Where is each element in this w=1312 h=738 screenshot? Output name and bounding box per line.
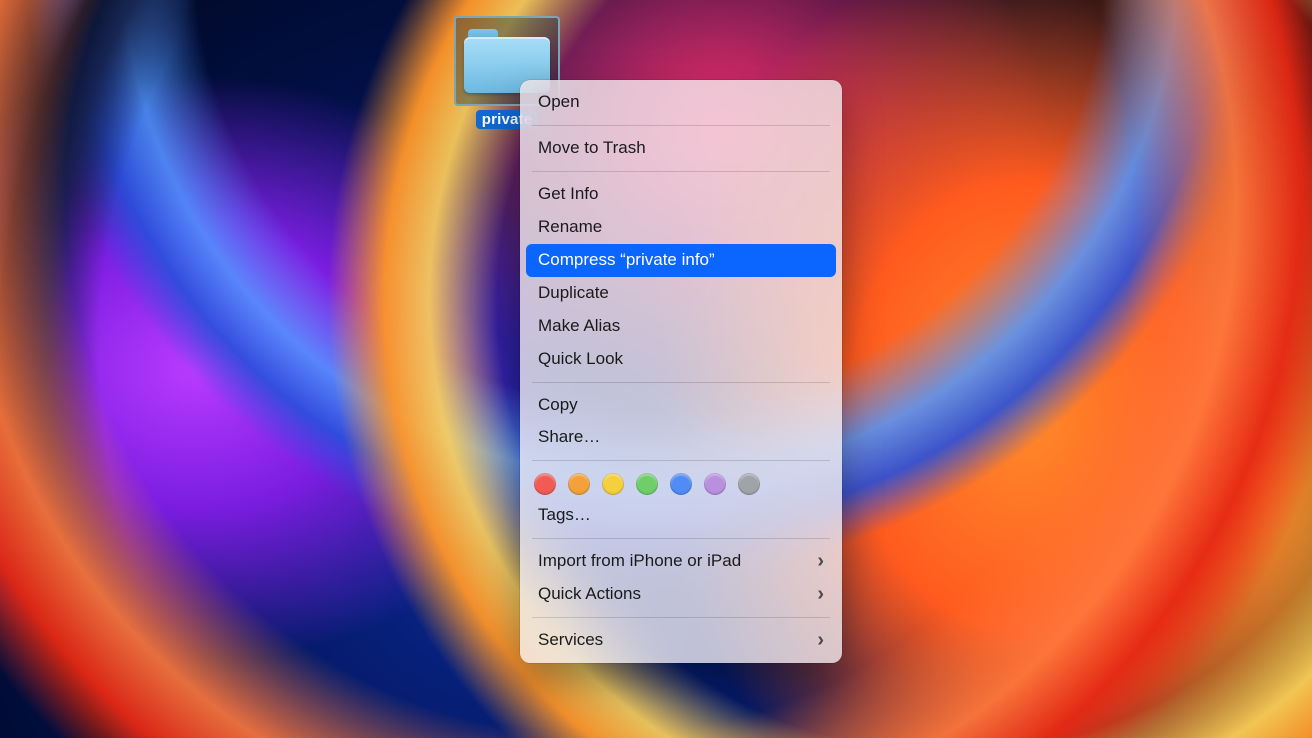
- menu-item-quick-look[interactable]: Quick Look: [520, 343, 842, 376]
- chevron-right-icon: ›: [817, 551, 824, 571]
- menu-item-label: Move to Trash: [538, 137, 646, 160]
- tag-color-row: [520, 467, 842, 499]
- tag-color-blue[interactable]: [670, 473, 692, 495]
- menu-item-move-to-trash[interactable]: Move to Trash: [520, 132, 842, 165]
- menu-item-label: Share…: [538, 426, 600, 449]
- menu-item-make-alias[interactable]: Make Alias: [520, 310, 842, 343]
- menu-separator: [532, 538, 830, 539]
- menu-item-rename[interactable]: Rename: [520, 211, 842, 244]
- tag-color-gray[interactable]: [738, 473, 760, 495]
- menu-item-label: Open: [538, 91, 580, 114]
- chevron-right-icon: ›: [817, 630, 824, 650]
- menu-separator: [532, 460, 830, 461]
- menu-item-services[interactable]: Services ›: [520, 624, 842, 657]
- tag-color-green[interactable]: [636, 473, 658, 495]
- menu-item-duplicate[interactable]: Duplicate: [520, 277, 842, 310]
- menu-separator: [532, 171, 830, 172]
- menu-item-quick-actions[interactable]: Quick Actions ›: [520, 578, 842, 611]
- menu-item-tags[interactable]: Tags…: [520, 499, 842, 532]
- menu-item-label: Copy: [538, 394, 578, 417]
- menu-item-label: Services: [538, 629, 603, 652]
- menu-item-import-from-iphone[interactable]: Import from iPhone or iPad ›: [520, 545, 842, 578]
- chevron-right-icon: ›: [817, 584, 824, 604]
- menu-item-label: Rename: [538, 216, 602, 239]
- menu-item-label: Compress “private info”: [538, 249, 715, 272]
- menu-item-share[interactable]: Share…: [520, 421, 842, 454]
- menu-item-get-info[interactable]: Get Info: [520, 178, 842, 211]
- tag-color-yellow[interactable]: [602, 473, 624, 495]
- menu-item-open[interactable]: Open: [520, 86, 842, 119]
- desktop-wallpaper: private Open Move to Trash Get Info Rena…: [0, 0, 1312, 738]
- tag-color-purple[interactable]: [704, 473, 726, 495]
- menu-item-label: Quick Look: [538, 348, 623, 371]
- context-menu: Open Move to Trash Get Info Rename Compr…: [520, 80, 842, 663]
- menu-item-label: Make Alias: [538, 315, 620, 338]
- menu-item-copy[interactable]: Copy: [520, 389, 842, 422]
- tag-color-orange[interactable]: [568, 473, 590, 495]
- menu-item-compress[interactable]: Compress “private info”: [526, 244, 836, 277]
- menu-separator: [532, 617, 830, 618]
- menu-separator: [532, 125, 830, 126]
- menu-item-label: Get Info: [538, 183, 598, 206]
- menu-item-label: Quick Actions: [538, 583, 641, 606]
- menu-separator: [532, 382, 830, 383]
- tag-color-red[interactable]: [534, 473, 556, 495]
- menu-item-label: Tags…: [538, 504, 591, 527]
- menu-item-label: Import from iPhone or iPad: [538, 550, 741, 573]
- menu-item-label: Duplicate: [538, 282, 609, 305]
